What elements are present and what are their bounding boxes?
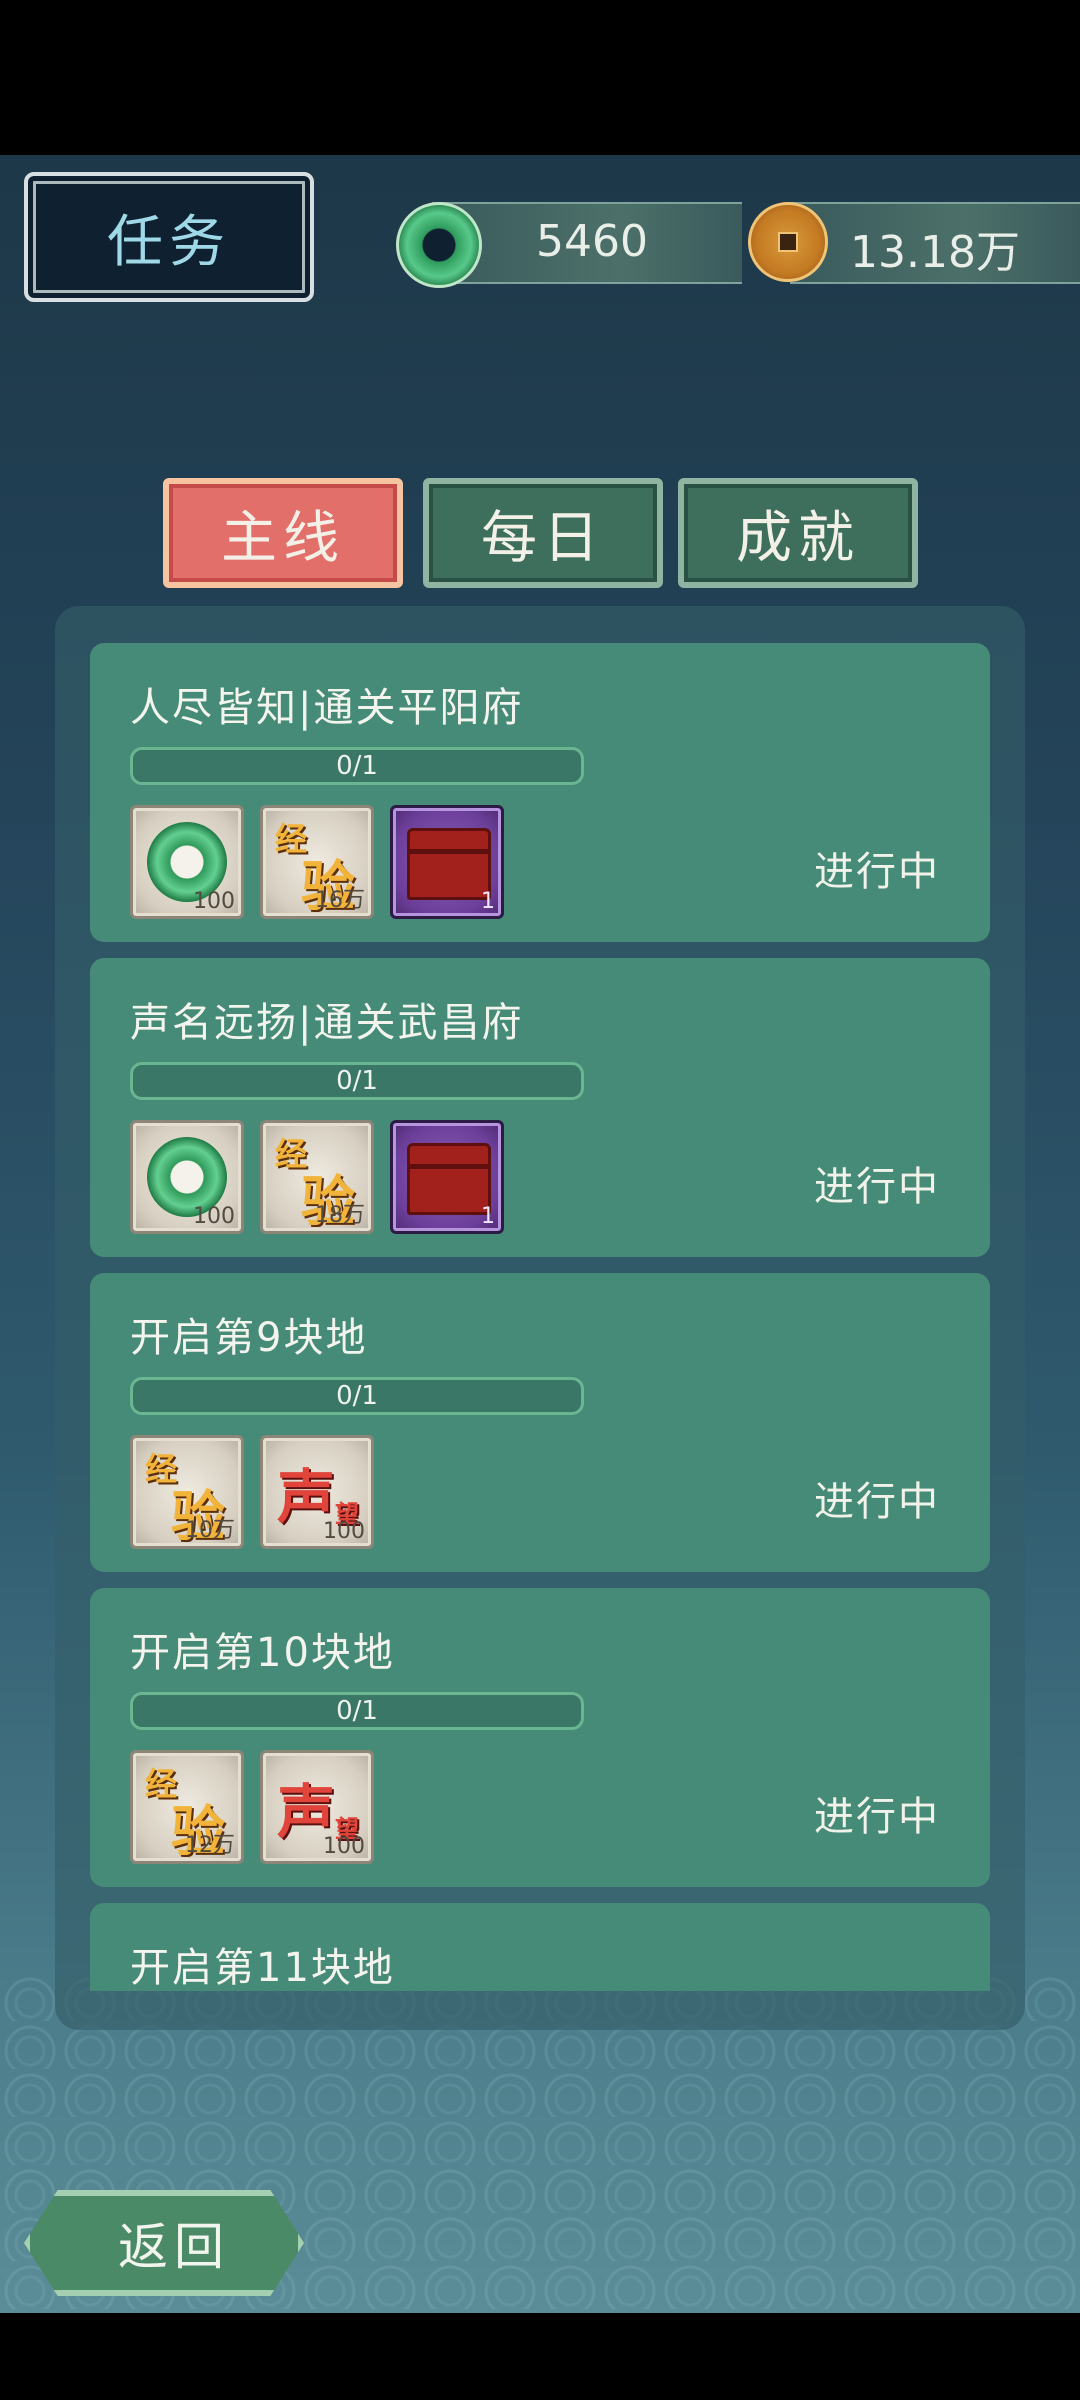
reward-item[interactable]: 1 — [390, 805, 504, 919]
quest-progress-text: 0/1 — [336, 751, 378, 781]
reward-item[interactable]: 100 — [130, 1120, 244, 1234]
reward-qty: 16万 — [315, 888, 365, 913]
reward-item[interactable]: 1 — [390, 1120, 504, 1234]
reward-list: 经验 12万 声望 100 — [130, 1750, 374, 1864]
tab-main[interactable]: 主线 — [163, 478, 403, 588]
reward-qty: 100 — [323, 1834, 365, 1859]
quest-status: 进行中 — [814, 849, 940, 895]
jade-amount: 5460 — [536, 216, 648, 267]
quest-title: 开启第10块地 — [130, 1630, 395, 1676]
back-button[interactable]: 返回 — [24, 2190, 304, 2296]
tab-main-label: 主线 — [221, 505, 345, 571]
reward-item[interactable]: 100 — [130, 805, 244, 919]
quest-status: 进行中 — [814, 1794, 940, 1840]
reward-item[interactable]: 经验 18万 — [260, 1120, 374, 1234]
quest-title: 声名远扬|通关武昌府 — [130, 1000, 524, 1046]
quest-card: 声名远扬|通关武昌府 0/1 100 经验 18万 1 进行中 — [90, 958, 990, 1257]
quest-progress-bar: 0/1 — [130, 747, 584, 785]
jade-currency-icon — [396, 202, 482, 288]
quest-card: 人尽皆知|通关平阳府 0/1 100 经验 16万 1 进行中 — [90, 643, 990, 942]
quest-progress-text: 0/1 — [336, 1696, 378, 1726]
quest-status: 进行中 — [814, 1479, 940, 1525]
reward-qty: 18万 — [315, 1203, 365, 1228]
reward-item[interactable]: 经验 10万 — [130, 1435, 244, 1549]
coin-amount: 13.18万 — [850, 227, 1020, 278]
quest-progress-text: 0/1 — [336, 1381, 378, 1411]
quest-progress-bar: 0/1 — [130, 1692, 584, 1730]
reward-qty: 100 — [193, 1204, 235, 1229]
reward-qty: 10万 — [185, 1518, 235, 1543]
reward-list: 100 经验 16万 1 — [130, 805, 504, 919]
quest-progress-text: 0/1 — [336, 1066, 378, 1096]
quest-title: 开启第11块地 — [130, 1945, 395, 1991]
quest-status: 进行中 — [814, 1164, 940, 1210]
treasure-chest-icon — [407, 828, 491, 900]
quest-list[interactable]: 人尽皆知|通关平阳府 0/1 100 经验 16万 1 进行中 声名远扬|通关武… — [90, 643, 990, 1991]
quest-card: 开启第10块地 0/1 经验 12万 声望 100 进行中 — [90, 1588, 990, 1887]
status-bar — [0, 0, 1080, 155]
tab-achievement-label: 成就 — [736, 505, 860, 571]
reward-list: 100 经验 18万 1 — [130, 1120, 504, 1234]
navigation-bar — [0, 2313, 1080, 2400]
quest-title: 开启第9块地 — [130, 1315, 368, 1361]
reward-qty: 100 — [193, 889, 235, 914]
quest-card: 开启第9块地 0/1 经验 10万 声望 100 进行中 — [90, 1273, 990, 1572]
page-title-label: 任务 — [107, 209, 231, 275]
reward-list: 经验 10万 声望 100 — [130, 1435, 374, 1549]
quest-progress-bar: 0/1 — [130, 1062, 584, 1100]
quest-card: 开启第11块地 — [90, 1903, 990, 1991]
treasure-chest-icon — [407, 1143, 491, 1215]
tab-daily[interactable]: 每日 — [423, 478, 663, 588]
quest-title: 人尽皆知|通关平阳府 — [130, 685, 524, 731]
reward-item[interactable]: 声望 100 — [260, 1750, 374, 1864]
reward-qty: 1 — [481, 889, 495, 914]
reward-qty: 12万 — [185, 1833, 235, 1858]
reward-item[interactable]: 经验 16万 — [260, 805, 374, 919]
page-title: 任务 — [24, 172, 314, 302]
quest-progress-bar: 0/1 — [130, 1377, 584, 1415]
back-button-label: 返回 — [118, 2218, 230, 2276]
reward-item[interactable]: 经验 12万 — [130, 1750, 244, 1864]
coin-currency-icon — [748, 202, 828, 282]
tab-achievement[interactable]: 成就 — [678, 478, 918, 588]
reward-qty: 100 — [323, 1519, 365, 1544]
reward-item[interactable]: 声望 100 — [260, 1435, 374, 1549]
reward-qty: 1 — [481, 1204, 495, 1229]
tab-daily-label: 每日 — [481, 505, 605, 571]
coin-currency-bar: 13.18万 — [790, 202, 1080, 284]
